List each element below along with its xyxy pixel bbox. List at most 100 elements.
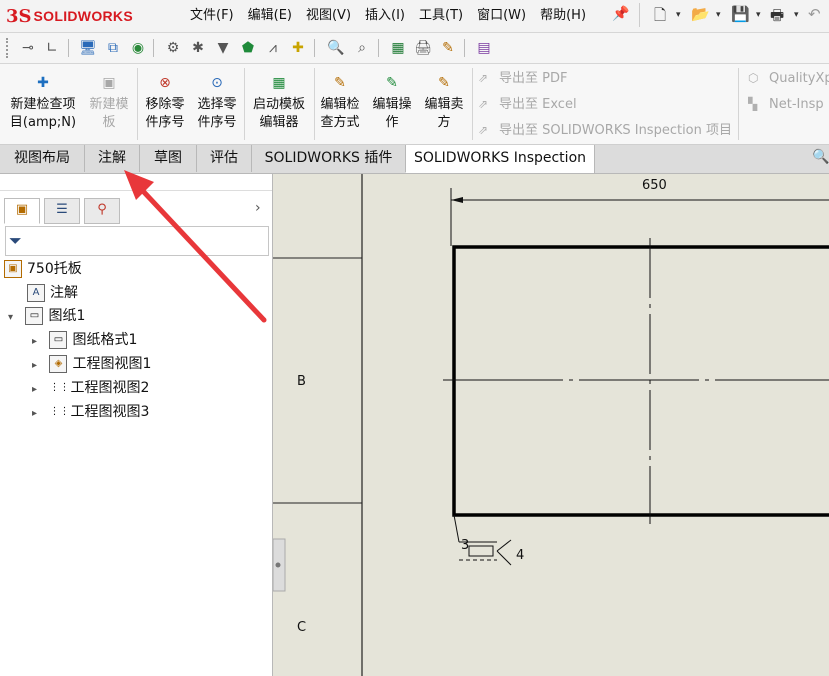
tree-item-drawing-view-2[interactable]: ▸ ⋮⋮工程图视图2 [32,377,149,401]
edit-operation-button[interactable]: ✎ 编辑操 作 [367,74,417,132]
tab-evaluate[interactable]: 评估 [197,145,252,172]
tree-filter-input[interactable]: ⏷ [5,226,269,256]
chevron-down-icon[interactable]: ▾ [756,10,761,30]
drawing-canvas[interactable]: 650 B C 3 4 [273,174,829,676]
excel-icon[interactable]: ▦ [388,38,408,58]
monitor-icon[interactable]: 🖥 [78,38,98,58]
new-check-project-button[interactable]: ✚ 新建检查项 目(amp;N) [4,74,82,132]
expand-right-icon[interactable]: ▸ [32,336,37,347]
separator [639,3,640,27]
angle-icon[interactable]: ∟ [42,38,62,58]
net-inspect-button[interactable]: ▚ Net-Insp [748,95,829,114]
tree-item-sheet-format[interactable]: ▸ ▭ 图纸格式1 [32,329,137,353]
menu-edit[interactable]: 编辑(E) [241,6,299,26]
button-label: Net-Insp [769,97,824,112]
splitter-dot [275,562,281,568]
tree-item-root[interactable]: ▣ 750托板 [4,258,82,280]
tree-label: 750托板 [27,261,82,277]
plugin-icon[interactable]: ✚ [288,38,308,58]
button-label: 板 [102,115,116,130]
network-icon[interactable]: ⧉ [103,38,123,58]
feature-tree-tab[interactable]: ▣ [4,198,40,224]
menu-window[interactable]: 窗口(W) [470,6,533,26]
launch-template-editor-button[interactable]: ▦ 启动模板 编辑器 [247,74,311,132]
zone-label-c: C [297,620,307,635]
qualityxpert-button[interactable]: ⬡ QualityXp [748,69,829,88]
tab-sketch[interactable]: 草图 [140,145,197,172]
menu-file[interactable]: 文件(F) [183,6,241,26]
remove-balloon-button[interactable]: ⊗ 移除零 件序号 [140,74,190,132]
tree-item-annotations[interactable]: A 注解 [27,282,78,304]
location-icon[interactable]: ⬟ [238,38,258,58]
spring-icon[interactable]: ⩘ [263,38,283,58]
tree-item-drawing-view-1[interactable]: ▸ ◈ 工程图视图1 [32,353,151,377]
menu-insert[interactable]: 插入(I) [358,6,412,26]
tree-label: 图纸1 [48,308,86,324]
button-label: 编辑操 [372,97,412,112]
separator [137,68,138,140]
binoculars-icon[interactable]: ⌕ [352,38,372,58]
chevron-down-icon[interactable]: ▾ [716,10,721,30]
new-sheet-icon[interactable]: ✎ [438,38,458,58]
remove-balloon-icon: ⊗ [159,75,171,91]
expand-right-icon[interactable]: ▸ [32,360,37,371]
expand-down-icon[interactable]: ▾ [8,312,13,323]
tab-view-layout[interactable]: 视图布局 [0,145,85,172]
search-icon[interactable]: 🔍 [812,149,829,165]
expand-right-icon[interactable]: ▸ [32,384,37,395]
template-icon: ▣ [102,75,116,91]
save-icon[interactable]: 💾 [731,5,750,25]
button-label: 导出至 SOLIDWORKS Inspection 项目 [499,123,733,138]
search-icon[interactable]: 🔍 [326,38,346,58]
drawing-icon: ▣ [4,260,22,278]
open-folder-icon[interactable]: 📂 [691,5,710,25]
dimension-icon[interactable]: ⊸ [18,38,38,58]
print-icon[interactable]: 🖶 [770,5,784,25]
new-template-button[interactable]: ▣ 新建模 板 [84,74,134,132]
button-label: 件序号 [145,115,185,130]
menu-help[interactable]: 帮助(H) [533,6,593,26]
toolbar-grip[interactable] [6,38,11,58]
tab-solidworks-addins[interactable]: SOLIDWORKS 插件 [252,145,406,172]
dimension-value[interactable]: 650 [642,178,667,193]
globe-icon[interactable]: ◉ [128,38,148,58]
settings-icon[interactable]: ✱ [188,38,208,58]
property-manager-tab[interactable]: ☰ [44,198,80,224]
menu-tools[interactable]: 工具(T) [412,6,470,26]
new-document-icon[interactable]: 🗋 [654,5,666,25]
weld-symbol [468,545,494,557]
pin-icon[interactable]: 📌 [612,6,629,22]
button-label: 新建检查项 [10,97,76,112]
export-pdf-button[interactable]: ⇗ 导出至 PDF [478,69,567,88]
chevron-down-icon[interactable]: ▾ [794,10,799,30]
funnel-icon[interactable]: ▼ [213,38,233,58]
sheet-format-icon: ▭ [49,331,68,349]
button-label: 选择零 [197,97,237,112]
button-label: 启动模板 [252,97,305,112]
chevron-down-icon[interactable]: ▾ [676,10,681,30]
edit-check-method-button[interactable]: ✎ 编辑检 查方式 [317,74,363,132]
tree-item-sheet[interactable]: ▾ ▭ 图纸1 [8,305,85,329]
config-manager-tab[interactable]: ⚲ [84,198,120,224]
chevron-right-icon[interactable]: › [255,200,261,216]
select-balloon-button[interactable]: ⊙ 选择零 件序号 [192,74,242,132]
tree-label: 图纸格式1 [72,332,138,348]
tree-item-drawing-view-3[interactable]: ▸ ⋮⋮工程图视图3 [32,401,149,425]
tree-label: 注解 [50,285,78,301]
tab-solidworks-inspection[interactable]: SOLIDWORKS Inspection [406,145,595,173]
tab-annotation[interactable]: 注解 [85,145,140,172]
undo-icon[interactable]: ↶ [808,5,821,25]
menu-view[interactable]: 视图(V) [299,6,358,26]
gear-icon[interactable]: ⚙ [163,38,183,58]
printer-icon[interactable]: 🖨 [413,38,433,58]
edit-vendor-button[interactable]: ✎ 编辑卖 方 [419,74,469,132]
expand-right-icon[interactable]: ▸ [32,408,37,419]
solidworks-logo[interactable]: 3S SOLIDWORKS [6,4,154,28]
export-icon: ⇗ [478,97,489,111]
report-icon[interactable]: ▤ [474,38,494,58]
button-label: 方 [437,115,451,130]
export-project-button[interactable]: ⇗ 导出至 SOLIDWORKS Inspection 项目 [478,121,732,140]
export-excel-button[interactable]: ⇗ 导出至 Excel [478,95,577,114]
template-editor-icon: ▦ [272,75,286,91]
part-outline [452,245,829,517]
